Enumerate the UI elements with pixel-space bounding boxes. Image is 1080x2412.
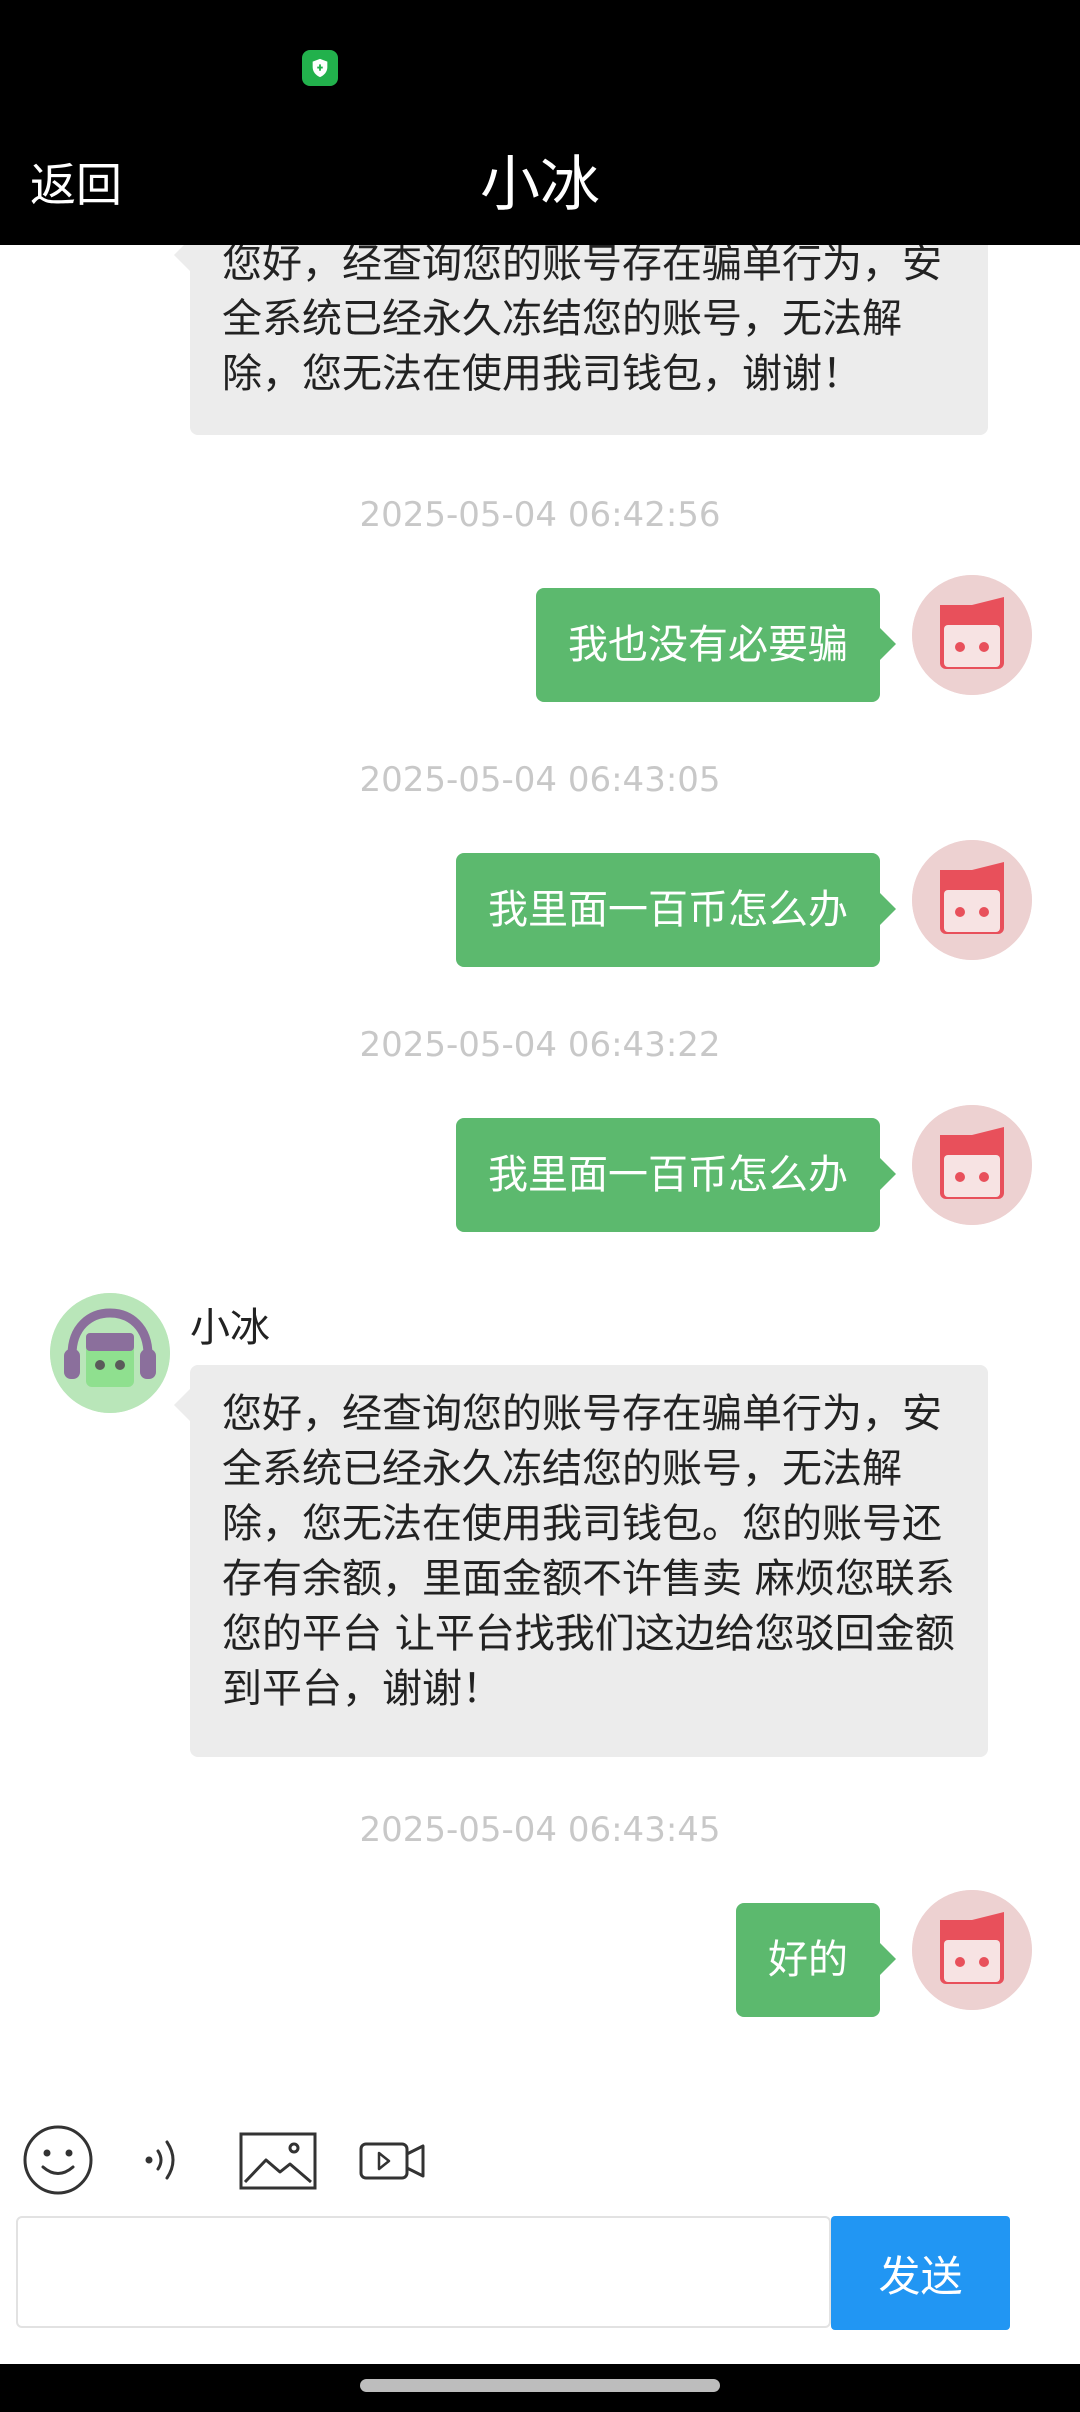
bot-avatar <box>50 1293 170 1413</box>
sender-name: 小冰 <box>190 1305 270 1351</box>
header: 返回 小冰 <box>0 125 1080 245</box>
image-icon[interactable] <box>238 2120 318 2200</box>
user-avatar <box>912 1890 1032 2010</box>
user-avatar <box>912 840 1032 960</box>
message-timestamp: 2025-05-04 06:43:22 <box>359 1025 721 1065</box>
incoming-message: 您好，经查询您的账号存在骗单行为，安全系统已经永久冻结您的账号，无法解除，您无法… <box>174 1365 988 1757</box>
message-timestamp: 2025-05-04 06:42:56 <box>359 495 721 535</box>
input-toolbar <box>0 2110 1080 2210</box>
user-avatar <box>912 575 1032 695</box>
voice-icon[interactable] <box>125 2120 205 2200</box>
chat-area[interactable]: 您好，经查询您的账号存在骗单行为，安全系统已经永久冻结您的账号，无法解除，您无法… <box>0 245 1080 2090</box>
video-icon[interactable] <box>353 2120 433 2200</box>
outgoing-message: 我也没有必要骗 <box>536 588 896 702</box>
home-indicator[interactable] <box>360 2379 720 2392</box>
outgoing-message: 好的 <box>736 1903 896 2017</box>
message-timestamp: 2025-05-04 06:43:05 <box>359 760 721 800</box>
emoji-icon[interactable] <box>18 2120 98 2200</box>
status-bar <box>0 0 1080 125</box>
shield-icon <box>302 50 338 86</box>
message-composer: 发送 <box>16 2216 1010 2330</box>
incoming-message: 您好，经查询您的账号存在骗单行为，安全系统已经永久冻结您的账号，无法解除，您无法… <box>174 245 988 435</box>
system-nav-bar <box>0 2364 1080 2412</box>
send-button[interactable]: 发送 <box>831 2216 1010 2330</box>
user-avatar <box>912 1105 1032 1225</box>
message-input[interactable] <box>16 2216 831 2328</box>
message-timestamp: 2025-05-04 06:43:45 <box>359 1810 721 1850</box>
outgoing-message: 我里面一百币怎么办 <box>456 853 896 967</box>
page-title: 小冰 <box>480 150 600 220</box>
outgoing-message: 我里面一百币怎么办 <box>456 1118 896 1232</box>
